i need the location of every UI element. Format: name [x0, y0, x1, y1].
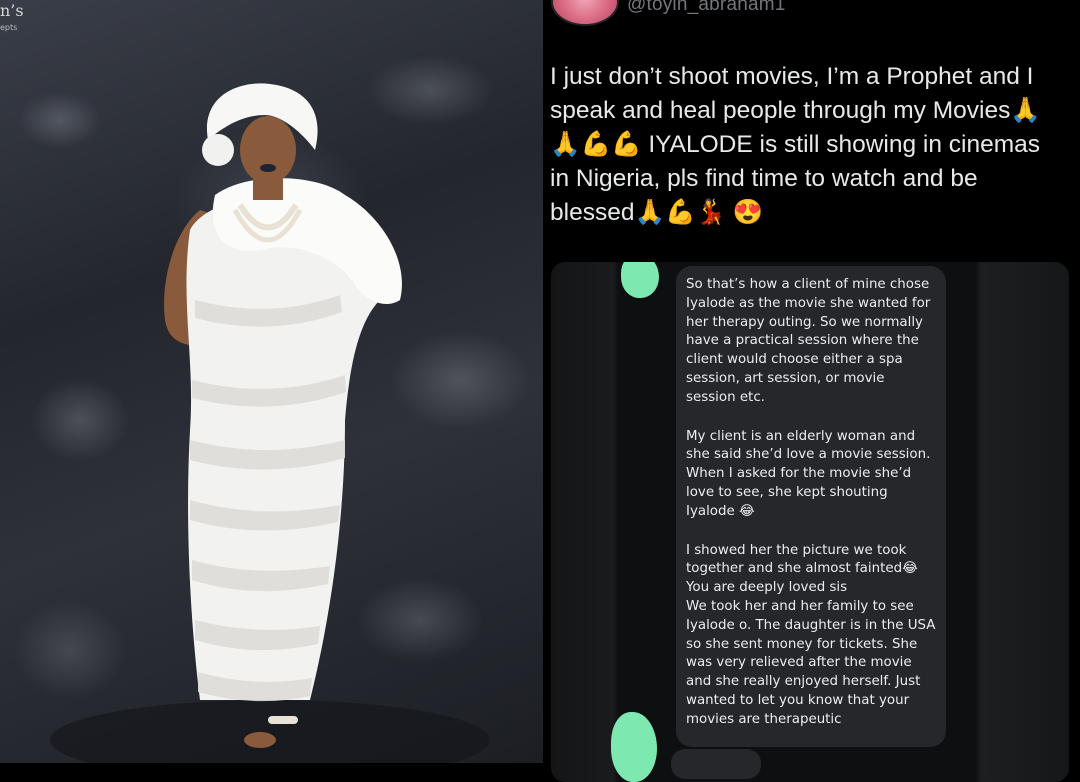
tweet-text: I just don’t shoot movies, I’m a Prophet… [550, 63, 1041, 226]
chat-screenshot-image[interactable]: So that’s how a client of mine chose Iya… [551, 262, 1069, 782]
woman-in-white-dress-figure [50, 83, 490, 763]
redaction-blob [621, 262, 659, 298]
avatar[interactable] [551, 0, 619, 26]
svg-text:epts: epts [0, 23, 17, 32]
svg-text:n’s: n’s [0, 1, 24, 20]
chat-paragraph: I showed her the picture we took togethe… [686, 542, 918, 577]
chat-paragraph: You are deeply loved sis [686, 580, 848, 596]
photographer-watermark-icon: n’s epts [0, 1, 24, 32]
redaction-blob [611, 712, 657, 782]
portrait-photo: n’s epts [0, 0, 543, 763]
chat-paragraph: My client is an elderly woman and she sa… [686, 428, 931, 519]
tweet-panel: @toyin_abraham1 I just don’t shoot movie… [543, 0, 1080, 782]
chat-message-bubble-partial [671, 749, 761, 779]
tweet-handle[interactable]: @toyin_abraham1 [627, 0, 786, 16]
chat-paragraph: We took her and her family to see Iyalod… [686, 598, 936, 727]
chat-paragraph: So that’s how a client of mine chose Iya… [686, 277, 931, 405]
chat-message-bubble: So that’s how a client of mine chose Iya… [676, 266, 946, 747]
